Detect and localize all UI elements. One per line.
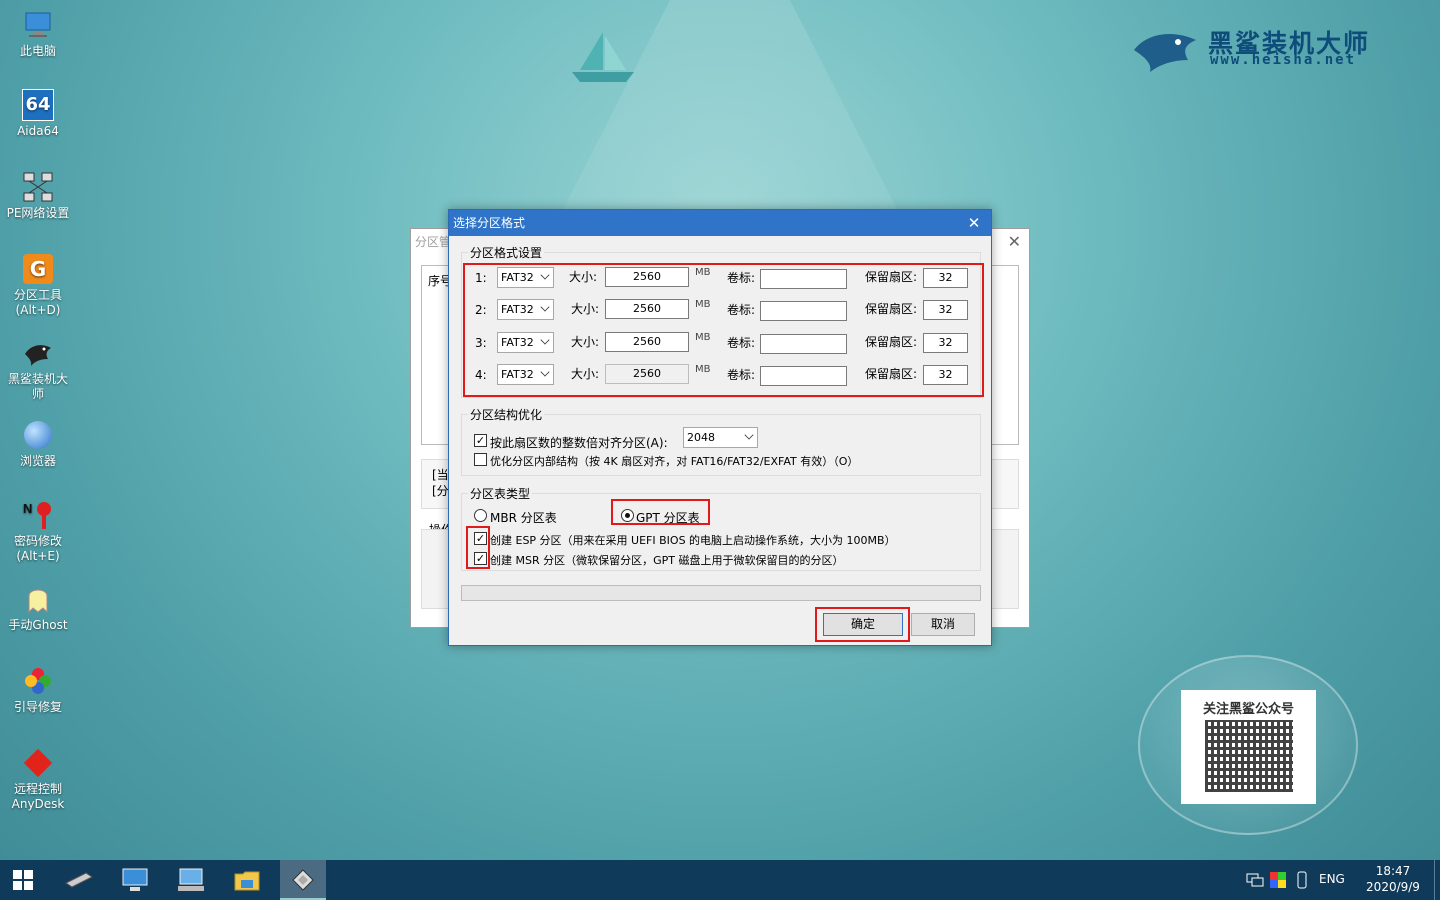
desktop-icon-sublabel: AnyDesk [11,797,65,811]
monitor-icon [178,868,204,891]
anydesk-icon [23,748,53,778]
disk-icon [65,872,93,888]
structure-opt-group: 分区结构优化 ✓ 按此扇区数的整数倍对齐分区(A): 2048 优化分区内部结构… [461,406,981,476]
highlight-ok-button [815,607,910,642]
brand-url: www.heisha.net [1210,52,1357,68]
network-icon [23,172,53,202]
color-grid-icon [1270,872,1286,888]
shark-icon [25,345,51,366]
highlight-partition-settings [463,263,984,397]
group-label: 分区格式设置 [468,244,545,261]
language-indicator[interactable]: ENG [1319,872,1345,886]
start-button[interactable] [0,860,46,900]
desktop-icon-this-pc[interactable]: 此电脑 [0,8,76,59]
desktop-icon-anydesk[interactable]: 远程控制 AnyDesk [0,746,76,812]
taskbar-app-settings[interactable] [168,860,214,900]
desktop-icon-label: 引导修复 [13,700,62,714]
align-value: 2048 [687,431,715,444]
mbr-label: MBR 分区表 [490,511,557,525]
desktop-icon-label: PE网络设置 [6,206,70,220]
partition-format-dialog: 选择分区格式 ✕ 分区格式设置 1: FAT32 大小: 2560 MB 卷标:… [448,209,992,646]
desktop-icon-label: 远程控制 [13,782,62,796]
desktop-icon-label: 手动Ghost [8,618,68,632]
clock-date: 2020/9/9 [1366,880,1420,894]
svg-text:N: N [23,501,32,516]
optimize-checkbox[interactable] [474,453,487,466]
desktop-icon-sublabel: 师 [31,387,44,401]
table-type-group: 分区表类型 MBR 分区表 GPT 分区表 ✓ 创建 ESP 分区（用来在采用 … [461,485,981,571]
close-icon[interactable]: ✕ [957,210,991,236]
align-checkbox[interactable]: ✓ [474,434,487,447]
group-label: 分区表类型 [468,485,533,502]
color-tray-icon[interactable] [1270,872,1286,891]
desktop-icon-browser[interactable]: 浏览器 [0,418,76,469]
qr-card: 关注黑鲨公众号 [1181,690,1316,804]
group-label: 分区结构优化 [468,406,545,423]
highlight-gpt-option [611,499,710,525]
computer-icon [122,868,148,891]
network-icon [1246,873,1264,887]
msr-label: 创建 MSR 分区（微软保留分区，GPT 磁盘上用于微软保留目的的分区） [490,554,844,567]
desktop-icon-partition-tool[interactable]: G 分区工具 (Alt+D) [0,252,76,318]
chevron-down-icon [744,430,754,440]
windows-icon [13,870,33,890]
status-line: [当 [432,468,449,482]
aida64-icon: 64 [22,89,54,121]
desktop-icon-ghost[interactable]: 手动Ghost [0,582,76,633]
close-icon[interactable]: ✕ [1008,232,1021,251]
desktop-icon-heisha[interactable]: 黑鲨装机大 师 [0,336,76,402]
optimize-label: 优化分区内部结构（按 4K 扇区对齐，对 FAT16/FAT32/EXFAT 有… [490,455,859,468]
desktop-icon-boot-repair[interactable]: 引导修复 [0,664,76,715]
taskbar-app-explorer[interactable] [224,860,270,900]
esp-label: 创建 ESP 分区（用来在采用 UEFI BIOS 的电脑上启动操作系统，大小为… [490,534,896,547]
clock[interactable]: 18:47 2020/9/9 [1361,863,1425,895]
taskbar-app-partition-active[interactable] [280,860,326,900]
desktop-icon-label: Aida64 [17,124,59,138]
ghost-icon [28,589,48,614]
desktop-icon-label: 密码修改 [13,534,62,548]
key-icon: N [23,501,51,529]
desktop-icon-label: 浏览器 [19,454,56,468]
globe-icon [24,421,52,449]
pinwheel-icon [25,668,51,694]
desktop-icon-password[interactable]: N 密码修改 (Alt+E) [0,498,76,564]
clock-time: 18:47 [1375,864,1411,878]
desktop-icon-label: 此电脑 [19,44,56,58]
disk-icon [292,869,314,891]
align-label: 按此扇区数的整数倍对齐分区(A): [490,436,668,450]
boat-logo [572,32,634,82]
mbr-radio[interactable] [474,509,487,522]
cancel-button[interactable]: 取消 [911,613,975,636]
desktop-icon-aida64[interactable]: 64 Aida64 [0,88,76,139]
status-line: [分 [432,484,449,498]
align-select[interactable]: 2048 [683,427,758,448]
desktop-icon-label: 分区工具 [13,288,62,302]
qr-code [1205,720,1293,792]
usb-tray-icon[interactable] [1296,871,1308,892]
desktop-icon-sublabel: (Alt+E) [16,549,60,563]
taskbar-app-computer[interactable] [112,860,158,900]
shark-icon [1134,34,1196,72]
network-tray-icon[interactable] [1246,872,1264,891]
usb-icon [1297,871,1307,889]
partition-tool-icon: G [23,254,53,284]
taskbar-app-disk[interactable] [56,860,102,900]
folder-icon [234,871,260,891]
brand-logo: 黑鲨装机大师 www.heisha.net [1130,20,1400,76]
highlight-checkboxes [466,526,490,569]
taskbar: ENG 18:47 2020/9/9 [0,860,1440,900]
desktop-icon-pe-network[interactable]: PE网络设置 [0,170,76,221]
desktop-icon-sublabel: (Alt+D) [15,303,61,317]
qr-title: 关注黑鲨公众号 [1202,702,1294,717]
progress-bar [461,585,981,601]
computer-icon [25,12,51,37]
dialog-title: 选择分区格式 [453,216,526,230]
dialog-titlebar: 选择分区格式 ✕ [449,210,991,236]
show-desktop-button[interactable] [1434,860,1440,900]
desktop-icon-label: 黑鲨装机大 [7,372,68,386]
